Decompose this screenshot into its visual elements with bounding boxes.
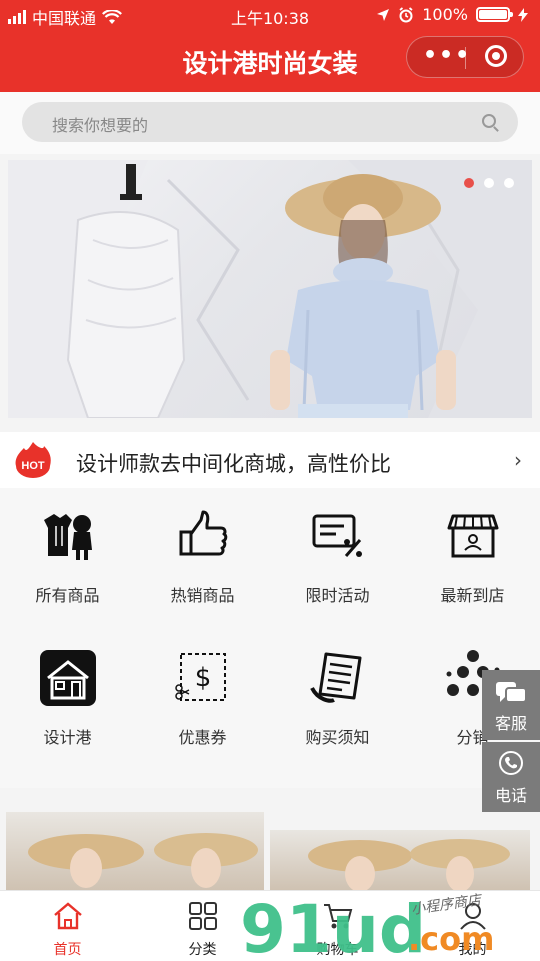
tab-cart[interactable]: 购物车 <box>270 901 405 959</box>
tab-home[interactable]: 首页 <box>0 901 135 959</box>
search-input[interactable]: 搜索你想要的 <box>22 102 518 142</box>
search-placeholder: 搜索你想要的 <box>52 116 149 135</box>
carousel-dot[interactable] <box>464 178 474 188</box>
grid-item-label: 限时活动 <box>305 586 370 605</box>
customer-service-label: 客服 <box>494 714 527 733</box>
grid-item-hot-products[interactable]: 热销商品 <box>135 506 270 606</box>
discount-ticket-icon <box>312 514 362 557</box>
location-arrow-icon <box>377 8 390 21</box>
customer-service-button[interactable]: 客服 <box>482 670 540 740</box>
bottom-tab-bar: 首页 分类 购物车 我的 <box>0 890 540 961</box>
grid-item-design-port[interactable]: 设计港 <box>0 648 135 748</box>
navigation-bar: 设计港时尚女装 ••• <box>0 30 540 92</box>
hot-badge-text: HOT <box>21 460 45 472</box>
tab-category[interactable]: 分类 <box>135 901 270 959</box>
house-icon <box>39 650 96 706</box>
tab-mine[interactable]: 我的 <box>405 901 540 959</box>
tab-label: 我的 <box>458 942 487 958</box>
phone-button[interactable]: 电话 <box>482 742 540 812</box>
notice-text: 设计师款去中间化商城，高性价比 <box>76 452 391 476</box>
grid-item-label: 购买须知 <box>305 728 370 747</box>
banner-carousel[interactable] <box>8 160 532 418</box>
grid-item-all-products[interactable]: 所有商品 <box>0 506 135 606</box>
battery-fill <box>479 10 507 19</box>
notice-bar[interactable]: HOT 设计师款去中间化商城，高性价比 › <box>0 432 540 488</box>
product-card[interactable] <box>270 830 530 890</box>
chevron-right-icon[interactable]: › <box>514 448 522 472</box>
search-section: 搜索你想要的 <box>0 92 540 154</box>
svg-text:$: $ <box>194 663 211 693</box>
receipt-icon <box>309 652 361 703</box>
grid-item-label: 设计港 <box>43 728 92 747</box>
grid-item-label: 热销商品 <box>170 586 235 605</box>
target-icon[interactable] <box>485 45 507 67</box>
category-grid-icon <box>188 902 217 930</box>
status-bar: 中国联通 上午10:38 100% <box>0 0 540 30</box>
capsule-divider <box>465 47 466 69</box>
phone-icon <box>499 751 523 775</box>
thumbs-up-icon <box>179 510 227 556</box>
grid-item-label: 优惠券 <box>178 728 227 747</box>
more-dots-icon[interactable]: ••• <box>423 43 471 68</box>
product-list <box>0 808 540 890</box>
storefront-icon <box>447 514 498 558</box>
clothing-icon <box>43 514 92 560</box>
product-card[interactable] <box>6 812 264 890</box>
product-image <box>308 839 510 890</box>
battery-percent: 100% <box>422 5 468 24</box>
charging-bolt-icon <box>518 7 528 22</box>
product-image <box>28 833 258 888</box>
cart-icon <box>323 904 352 929</box>
search-icon[interactable] <box>482 114 496 128</box>
tab-label: 购物车 <box>316 942 359 958</box>
grid-item-label: 最新到店 <box>440 586 505 605</box>
mini-program-capsule: ••• <box>406 36 524 78</box>
coupon-icon: $ <box>174 653 226 701</box>
tab-label: 首页 <box>53 942 82 958</box>
banner-image <box>8 160 532 418</box>
battery-icon <box>476 7 513 22</box>
status-right: 100% <box>376 5 528 24</box>
carousel-dot[interactable] <box>504 178 514 188</box>
grid-item-purchase-notice[interactable]: 购买须知 <box>270 648 405 748</box>
tab-label: 分类 <box>188 942 217 958</box>
home-icon <box>53 902 82 930</box>
grid-item-label: 所有商品 <box>35 586 100 605</box>
carousel-indicators <box>464 178 514 188</box>
phone-label: 电话 <box>494 786 527 805</box>
grid-item-limited-events[interactable]: 限时活动 <box>270 506 405 606</box>
user-icon <box>459 903 486 930</box>
grid-item-coupons[interactable]: $ 优惠券 <box>135 648 270 748</box>
carousel-dot[interactable] <box>484 178 494 188</box>
grid-item-new-arrivals[interactable]: 最新到店 <box>405 506 540 606</box>
chat-bubbles-icon <box>496 682 527 703</box>
alarm-icon <box>399 6 413 22</box>
category-grid: 所有商品 热销商品 限时活动 最新到店 设计港 $ 优惠券 购买须知 分销 <box>0 488 540 788</box>
hot-badge-icon: HOT <box>15 442 51 478</box>
